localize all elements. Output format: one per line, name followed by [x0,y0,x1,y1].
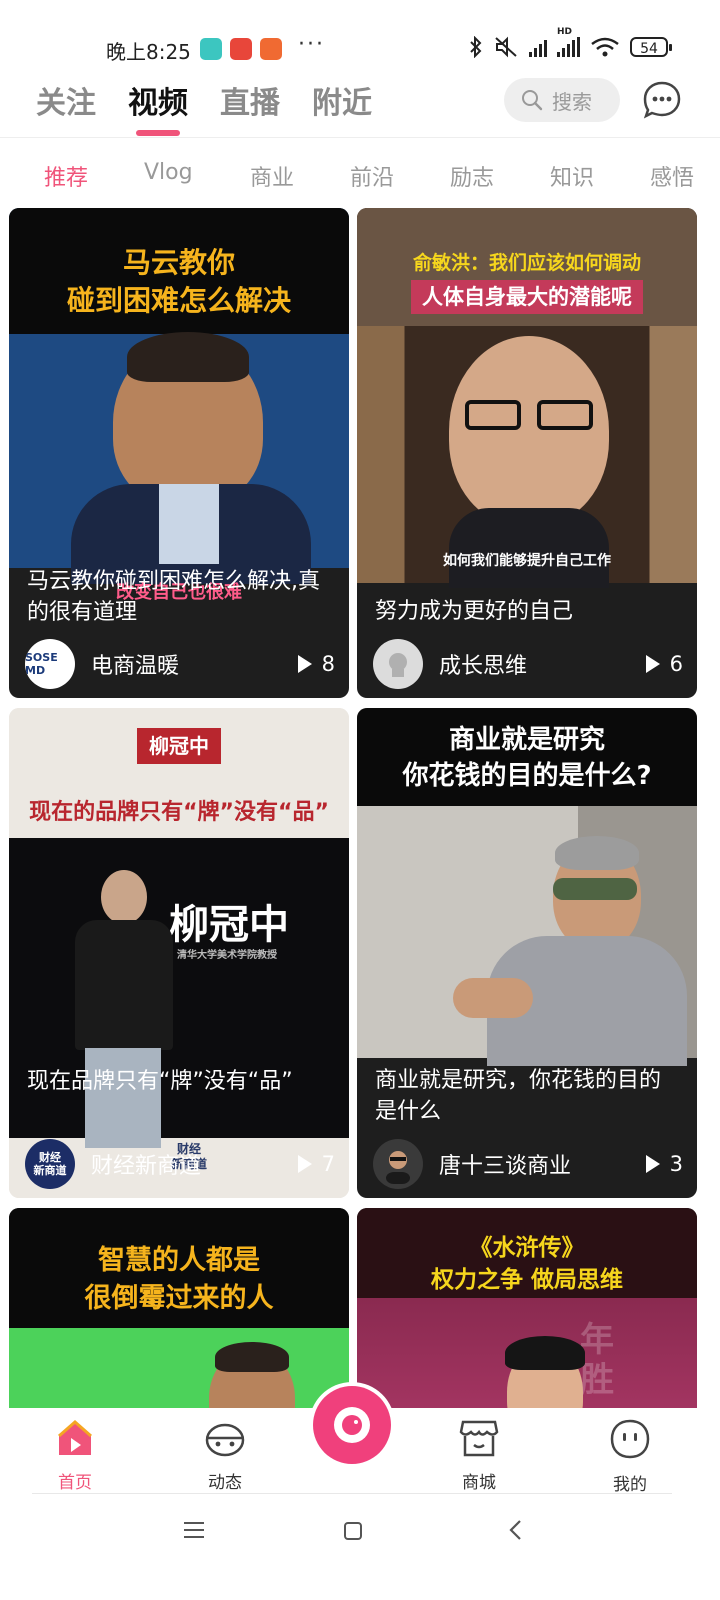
moments-face-icon [205,1423,245,1457]
avatar[interactable]: SOSE MD [25,639,75,689]
camera-button[interactable] [313,1386,391,1464]
category-vlog[interactable]: Vlog [144,160,193,185]
video-card[interactable]: 马云教你 碰到困难怎么解决 改变自己也很难 马云教你碰到困难怎么解决,真的很有道… [9,208,349,698]
thumbnail-banner: 马云教你 碰到困难怎么解决 [66,246,291,317]
play-icon [645,655,660,673]
name-stamp: 柳冠中 [137,728,221,764]
wifi-icon [591,37,619,57]
status-time: 晚上8:25 [106,40,191,64]
header-divider [0,137,720,138]
thumbnail-banner: 智慧的人都是 很倒霉过来的人 [84,1245,274,1314]
play-count: 6 [645,652,683,676]
video-card[interactable]: 商业就是研究 你花钱的目的是什么? 商业就是研究，你花钱的目的是什么 唐十三谈商… [357,708,697,1198]
video-thumbnail: 柳冠中 现在的品牌只有“牌”没有“品” 柳冠中 清华大学美术学院教授 财经 新商… [9,708,349,1198]
stage-screen-subtext: 清华大学美术学院教授 [177,950,277,961]
nav-moments[interactable]: 动态 [180,1418,270,1493]
more-notifications-icon: ··· [298,32,325,57]
avatar[interactable] [373,1139,423,1189]
tab-video[interactable]: 视频 [128,78,188,136]
mute-icon [495,36,517,58]
telegram-notification-icon [200,38,222,60]
avatar[interactable]: 财经 新商道 [25,1139,75,1189]
author-name[interactable]: 成长思维 [439,648,646,680]
category-recommend[interactable]: 推荐 [44,160,88,192]
signal-icon [529,37,547,57]
chat-bubble-icon[interactable] [642,80,682,120]
app-notification-icon [230,38,252,60]
video-thumbnail: 商业就是研究 你花钱的目的是什么? [357,708,697,1066]
author-name[interactable]: 财经新商道 [91,1148,298,1180]
camera-icon [313,1386,391,1464]
search-button[interactable]: 搜索 [504,78,620,122]
avatar[interactable] [373,639,423,689]
nav-home[interactable]: 首页 [30,1418,120,1493]
nav-shop[interactable]: 商城 [434,1418,524,1493]
play-icon [645,1155,660,1173]
menu-icon[interactable] [182,1520,206,1540]
head-silhouette-icon [389,653,407,677]
status-icons: HD 54 [469,27,672,58]
home-square-icon[interactable] [342,1520,364,1542]
video-title: 现在品牌只有“牌”没有“品” [27,1069,293,1094]
author-name[interactable]: 电商温暖 [91,648,298,680]
person-photo-icon [386,1151,410,1184]
search-icon [522,90,543,111]
video-title: 商业就是研究，你花钱的目的是什么 [375,1068,662,1124]
play-count: 3 [645,1152,683,1176]
video-card[interactable]: 柳冠中 现在的品牌只有“牌”没有“品” 柳冠中 清华大学美术学院教授 财经 新商… [9,708,349,1198]
home-play-icon [58,1420,92,1455]
nav-profile[interactable]: 我的 [585,1418,675,1495]
category-frontier[interactable]: 前沿 [350,160,394,192]
stage-screen-text: 柳冠中 [169,902,289,948]
play-count: 8 [297,652,335,676]
app-notification-icon [260,38,282,60]
subtitle-overlay: 如何我们能够提升自己工作 [443,553,611,569]
thumbnail-banner: 俞敏洪：我们应该如何调动 [412,252,641,274]
thumbnail-banner: 商业就是研究 你花钱的目的是什么? [402,725,652,791]
video-title: 马云教你碰到困难怎么解决,真的很有道理 [27,569,320,625]
profile-face-icon [610,1419,650,1459]
play-count: 7 [297,1152,335,1176]
system-nav-bar [0,1494,720,1600]
notification-icons [200,38,282,60]
thumbnail-banner-2: 人体自身最大的潜能呢 [411,280,643,314]
video-thumbnail: 马云教你 碰到困难怎么解决 改变自己也很难 [9,208,349,603]
search-label: 搜索 [552,89,592,114]
tab-follow[interactable]: 关注 [36,78,96,122]
back-icon[interactable] [506,1518,526,1542]
thumbnail-banner: 现在的品牌只有“牌”没有“品” [29,800,329,825]
category-knowledge[interactable]: 知识 [550,160,594,192]
card-footer: 财经 新商道 财经新商道 7 [25,1138,335,1190]
video-title: 努力成为更好的自己 [375,599,574,624]
card-footer: SOSE MD 电商温暖 8 [25,638,335,690]
category-business[interactable]: 商业 [250,160,294,192]
card-footer: 唐十三谈商业 3 [373,1138,683,1190]
top-tabs: 关注 视频 直播 附近 [36,78,372,136]
play-icon [297,655,312,673]
video-thumbnail: 俞敏洪：我们应该如何调动 人体自身最大的潜能呢 如何我们能够提升自己工作 [357,208,697,588]
tab-nearby[interactable]: 附近 [312,78,372,122]
bluetooth-icon [470,36,482,58]
card-footer: 成长思维 6 [373,638,683,690]
battery-icon: 54 [630,37,672,57]
author-name[interactable]: 唐十三谈商业 [439,1148,646,1180]
play-icon [297,1155,312,1173]
signal-hd-icon: HD [557,27,580,57]
shop-icon [459,1420,499,1457]
category-tabs: 推荐 Vlog 商业 前沿 励志 知识 感悟 [0,160,700,200]
category-motivation[interactable]: 励志 [450,160,494,192]
tab-live[interactable]: 直播 [220,78,280,122]
category-insight[interactable]: 感悟 [650,160,694,192]
video-card[interactable]: 俞敏洪：我们应该如何调动 人体自身最大的潜能呢 如何我们能够提升自己工作 努力成… [357,208,697,698]
status-bar: 晚上8:25 ··· HD 54 [0,0,720,64]
thumbnail-banner: 《水浒传》 权力之争 做局思维 [430,1235,623,1293]
